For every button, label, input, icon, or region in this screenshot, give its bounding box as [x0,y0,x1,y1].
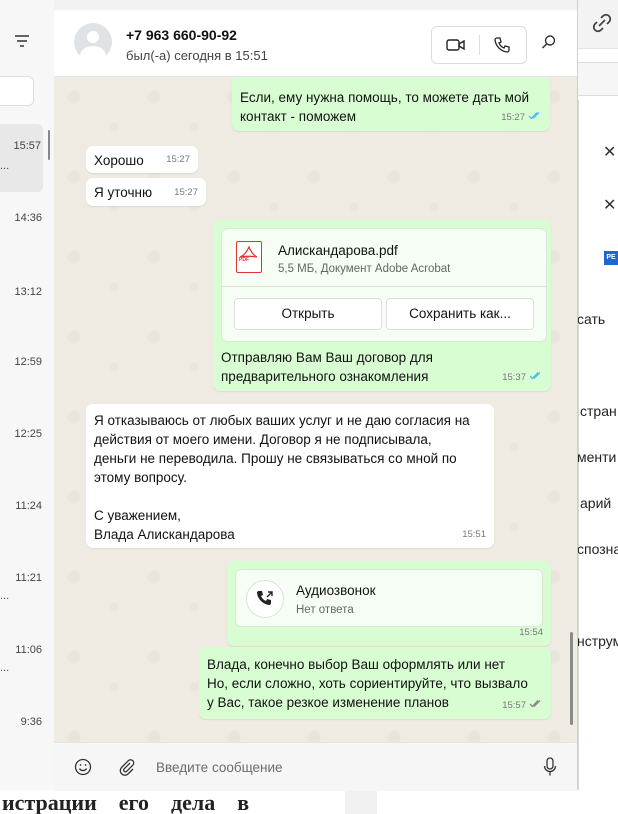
title-bar [54,0,577,10]
filter-icon[interactable] [14,34,30,53]
chat-list-item[interactable]: 9:36 [0,700,54,768]
incoming-message[interactable]: Я отказываюсь от любых ваших услуг и не … [86,404,494,548]
message-composer [54,742,577,791]
contact-status: был(-а) сегодня в 15:51 [126,48,268,63]
chat-time: 12:25 [14,428,42,440]
outgoing-call-message[interactable]: Аудиозвонок Нет ответа 15:54 [227,561,551,646]
message-text: Если, ему нужна помощь, то можете дать м… [240,90,530,124]
chat-time: 12:59 [14,356,42,368]
message-input[interactable] [154,751,518,783]
chat-preview: ... [0,590,10,602]
message-time: 15:51 [462,529,486,540]
chat-time: 11:06 [15,644,42,656]
attach-icon[interactable] [118,758,136,781]
background-document-text: истрации его дела в [0,790,347,814]
chat-list-item[interactable]: 11:24 [0,484,54,552]
chat-list-scrollbar[interactable] [48,130,50,160]
chat-list-item[interactable]: 13:12 [0,270,54,338]
chat-time: 14:36 [14,212,42,224]
messenger-window: 15:57 ... 14:36 13:12 12:59 12:25 11:24 … [0,0,578,791]
message-time: 15:57 [502,700,526,711]
file-name: Алискандарова.pdf [278,243,398,258]
message-time: 15:27 [501,112,525,123]
chat-time: 11:21 [15,572,42,584]
chat-search-input[interactable] [0,76,34,106]
chat-time: 15:57 [13,140,41,152]
chat-time: 13:12 [14,286,42,298]
chat-list-item[interactable]: 15:57 ... [0,124,43,192]
call-buttons [431,26,527,64]
message-time: 15:27 [174,187,198,198]
read-receipt-icon [528,108,542,127]
background-toolbar [577,0,618,49]
chat-list-item[interactable]: 12:25 [0,412,54,480]
message-text: Отправляю Вам Ваш договор для предварите… [221,350,433,384]
background-tag: РЕ [604,251,618,265]
pdf-icon: PDF [236,241,262,273]
background-fragment: менти [577,449,617,465]
file-meta: 5,5 МБ, Документ Adobe Acrobat [278,263,451,275]
chat-list-item[interactable]: 11:06 ... [0,628,54,696]
incoming-message[interactable]: Я уточню 15:27 [86,178,206,206]
background-fragment: арий [580,495,612,511]
incoming-message[interactable]: Хорошо 15:27 [86,146,198,173]
message-text: Хорошо [94,153,144,168]
call-card[interactable]: Аудиозвонок Нет ответа [235,569,543,627]
outgoing-message[interactable]: Влада, конечно выбор Ваш оформлять или н… [199,647,551,719]
message-time: 15:54 [519,627,543,638]
voice-call-icon[interactable] [493,36,511,59]
close-icon[interactable]: ✕ [603,195,616,215]
unlink-icon[interactable] [591,12,613,40]
chat-preview: ... [0,662,10,674]
message-time: 15:27 [166,154,190,165]
background-page [377,790,618,814]
delivered-receipt-icon [529,696,543,715]
video-call-icon[interactable] [446,37,466,58]
close-icon[interactable]: ✕ [603,142,616,162]
outgoing-call-icon [246,580,284,618]
microphone-icon[interactable] [543,757,557,782]
message-time: 15:37 [502,372,526,383]
call-status: Нет ответа [296,604,354,616]
file-attachment[interactable]: PDF Алискандарова.pdf 5,5 МБ, Документ A… [221,228,547,342]
background-fragment: сать [577,311,606,327]
contact-name[interactable]: +7 963 660-90-92 [126,27,237,43]
message-text: Я отказываюсь от любых ваших услуг и не … [94,413,470,542]
background-fragment: стран [580,403,617,419]
message-area[interactable]: Если, ему нужна помощь, то можете дать м… [54,77,577,742]
chat-list-item[interactable]: 12:59 [0,340,54,408]
background-ribbon [577,62,618,96]
avatar[interactable] [74,23,112,61]
chat-list-sidebar: 15:57 ... 14:36 13:12 12:59 12:25 11:24 … [0,0,55,790]
emoji-icon[interactable] [74,758,92,781]
background-fragment: нструм [577,633,618,649]
outgoing-file-message[interactable]: PDF Алискандарова.pdf 5,5 МБ, Документ A… [213,220,551,391]
save-as-button[interactable]: Сохранить как... [386,298,534,330]
chat-time: 11:24 [15,500,42,512]
chat-header: +7 963 660-90-92 был(-а) сегодня в 15:51 [54,10,577,77]
background-fragment: спозна [577,541,618,557]
search-icon[interactable] [541,34,557,55]
background-gutter [345,790,377,814]
message-text: Я уточню [94,185,153,200]
message-text: Влада, конечно выбор Ваш оформлять или н… [207,657,528,710]
read-receipt-icon [529,368,543,387]
open-file-button[interactable]: Открыть [234,298,382,330]
chat-preview: ... [0,160,10,172]
call-title: Аудиозвонок [296,583,376,598]
message-scrollbar[interactable] [570,632,573,725]
chat-list-item[interactable]: 11:21 ... [0,556,54,624]
chat-time: 9:36 [20,716,42,728]
chat-list-item[interactable]: 14:36 [0,196,54,264]
outgoing-message[interactable]: Если, ему нужна помощь, то можете дать м… [232,77,550,131]
